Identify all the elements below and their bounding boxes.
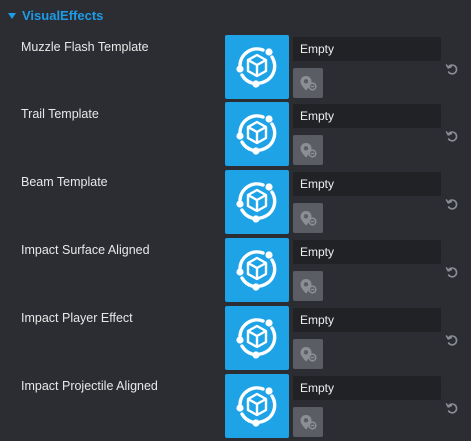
- asset-thumbnail[interactable]: [225, 35, 289, 99]
- property-row-muzzle-flash-template: Muzzle Flash Template Empty: [0, 35, 471, 101]
- asset-picker-button[interactable]: [293, 339, 323, 369]
- location-pin-icon: [300, 415, 317, 430]
- asset-value-text: Empty: [300, 177, 335, 191]
- asset-value-text: Empty: [300, 245, 335, 259]
- asset-value-text: Empty: [300, 42, 335, 56]
- asset-value-text: Empty: [300, 381, 335, 395]
- reset-button[interactable]: [444, 61, 460, 77]
- reset-button[interactable]: [444, 128, 460, 144]
- asset-value-text: Empty: [300, 109, 335, 123]
- property-label: Impact Player Effect: [21, 311, 133, 325]
- property-row-impact-projectile-aligned: Impact Projectile Aligned Empty: [0, 374, 471, 440]
- asset-value-field[interactable]: Empty: [293, 376, 441, 400]
- asset-thumbnail[interactable]: [225, 306, 289, 370]
- reset-button[interactable]: [444, 264, 460, 280]
- asset-picker-button[interactable]: [293, 203, 323, 233]
- location-pin-icon: [300, 211, 317, 226]
- cube-orbit-icon: [236, 386, 277, 427]
- property-label: Impact Projectile Aligned: [21, 379, 158, 393]
- property-label: Muzzle Flash Template: [21, 40, 149, 54]
- asset-thumbnail[interactable]: [225, 102, 289, 166]
- reset-button[interactable]: [444, 196, 460, 212]
- reset-icon: [445, 335, 458, 346]
- cube-orbit-icon: [236, 182, 277, 223]
- reset-icon: [445, 199, 458, 210]
- cube-orbit-icon: [236, 114, 277, 155]
- property-row-impact-surface-aligned: Impact Surface Aligned Empty: [0, 238, 471, 304]
- properties-panel: VisualEffects Muzzle Flash Template Empt…: [0, 0, 471, 441]
- property-label: Impact Surface Aligned: [21, 243, 150, 257]
- section-title: VisualEffects: [22, 7, 104, 23]
- asset-value-text: Empty: [300, 313, 335, 327]
- section-header-visualeffects[interactable]: VisualEffects: [8, 6, 103, 24]
- property-row-trail-template: Trail Template Empty: [0, 102, 471, 168]
- asset-value-field[interactable]: Empty: [293, 104, 441, 128]
- asset-thumbnail[interactable]: [225, 374, 289, 438]
- asset-value-field[interactable]: Empty: [293, 240, 441, 264]
- location-pin-icon: [300, 347, 317, 362]
- property-row-impact-player-effect: Impact Player Effect Empty: [0, 306, 471, 372]
- cube-orbit-icon: [236, 47, 277, 88]
- asset-thumbnail[interactable]: [225, 238, 289, 302]
- reset-icon: [445, 131, 458, 142]
- location-pin-icon: [300, 76, 317, 91]
- asset-thumbnail[interactable]: [225, 170, 289, 234]
- property-row-beam-template: Beam Template Empty: [0, 170, 471, 236]
- asset-value-field[interactable]: Empty: [293, 37, 441, 61]
- asset-picker-button[interactable]: [293, 68, 323, 98]
- cube-orbit-icon: [236, 318, 277, 359]
- asset-picker-button[interactable]: [293, 271, 323, 301]
- asset-picker-button[interactable]: [293, 407, 323, 437]
- asset-value-field[interactable]: Empty: [293, 172, 441, 196]
- chevron-down-icon: [8, 12, 16, 19]
- asset-value-field[interactable]: Empty: [293, 308, 441, 332]
- reset-icon: [445, 267, 458, 278]
- asset-picker-button[interactable]: [293, 135, 323, 165]
- property-label: Trail Template: [21, 107, 99, 121]
- property-label: Beam Template: [21, 175, 108, 189]
- reset-button[interactable]: [444, 332, 460, 348]
- reset-icon: [445, 64, 458, 75]
- location-pin-icon: [300, 143, 317, 158]
- location-pin-icon: [300, 279, 317, 294]
- cube-orbit-icon: [236, 250, 277, 291]
- reset-icon: [445, 403, 458, 414]
- reset-button[interactable]: [444, 400, 460, 416]
